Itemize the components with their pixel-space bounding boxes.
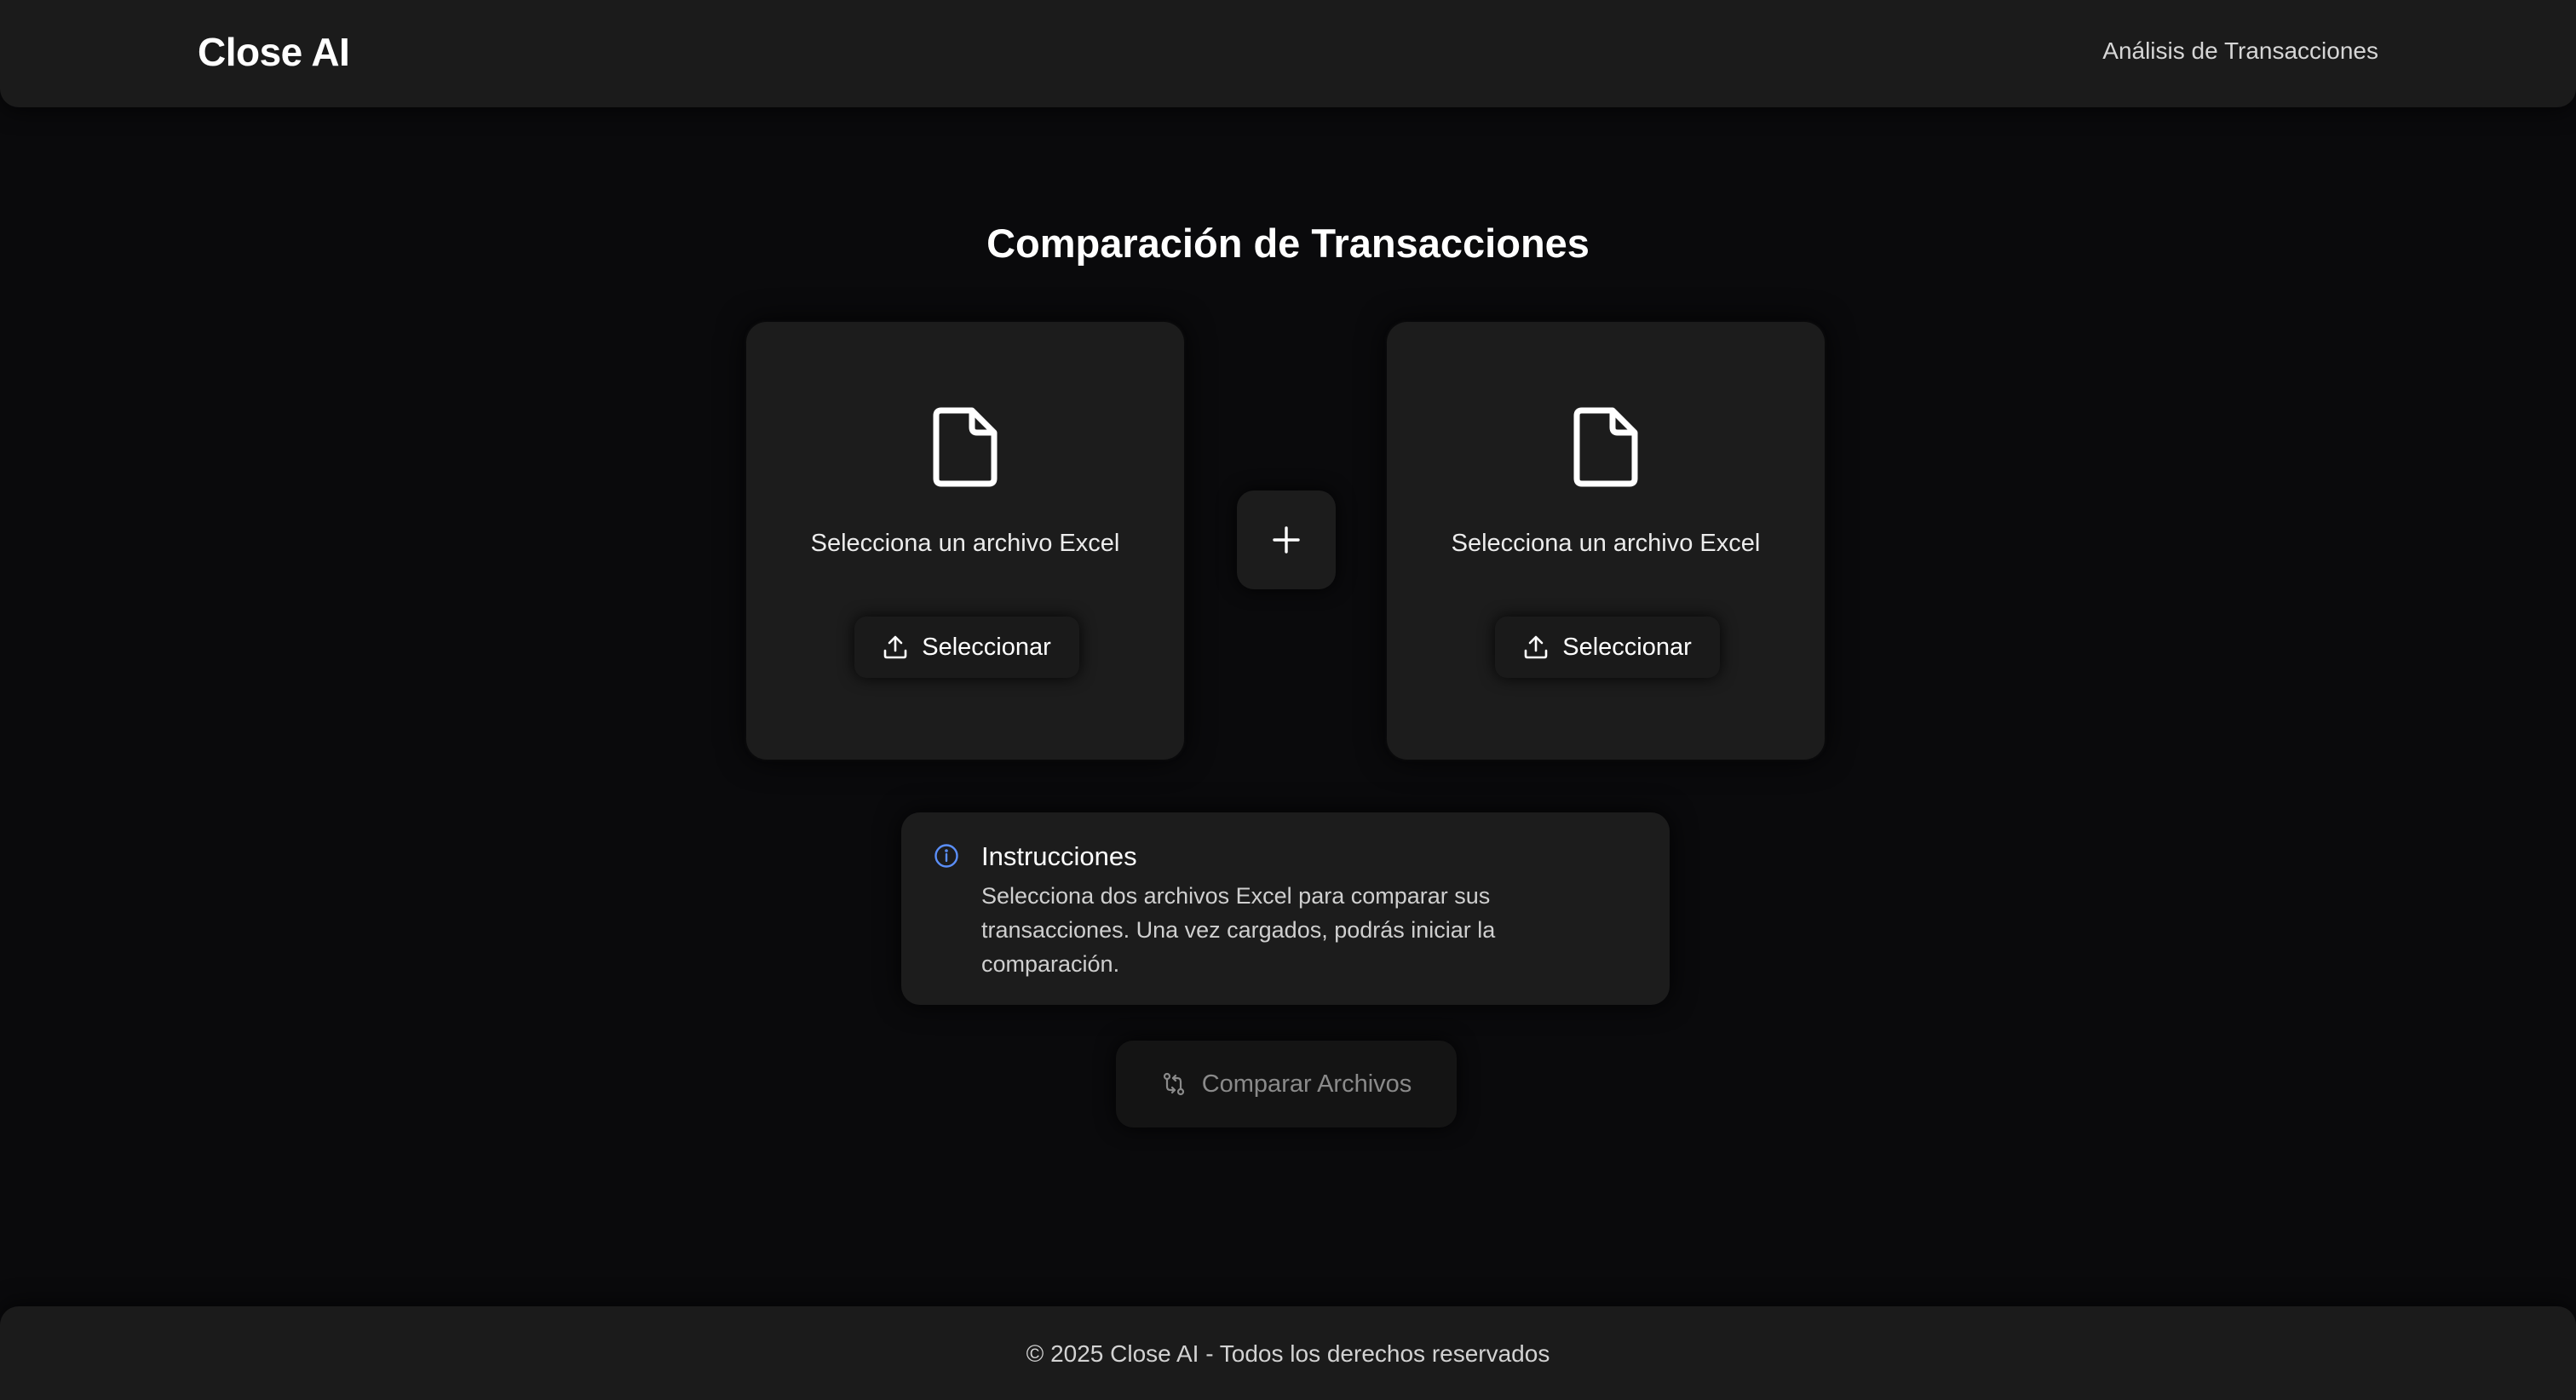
plus-icon <box>1273 526 1300 554</box>
top-navbar: Close AI Análisis de Transacciones <box>0 0 2576 107</box>
add-file-plus-button[interactable] <box>1237 491 1336 589</box>
brand-logo-text[interactable]: Close AI <box>198 29 350 75</box>
file-upload-card-2[interactable]: Selecciona un archivo Excel Seleccionar <box>1387 322 1825 760</box>
file-icon <box>933 407 998 487</box>
upload-icon <box>1524 635 1548 659</box>
card-label: Selecciona un archivo Excel <box>810 530 1120 557</box>
footer-copyright: © 2025 Close AI - Todos los derechos res… <box>1026 1340 1550 1367</box>
file-icon <box>1573 407 1638 487</box>
compare-files-button[interactable]: Comparar Archivos <box>1116 1041 1457 1127</box>
instructions-text: Selecciona dos archivos Excel para compa… <box>981 883 1496 977</box>
select-file-button-1[interactable]: Seleccionar <box>854 617 1079 678</box>
compare-icon <box>1163 1072 1184 1096</box>
info-icon <box>934 844 958 868</box>
upload-icon <box>883 635 907 659</box>
select-file-button-2[interactable]: Seleccionar <box>1495 617 1720 678</box>
page-title: Comparación de Transacciones <box>986 221 1590 266</box>
instructions-panel: Instrucciones Selecciona dos archivos Ex… <box>901 812 1670 1005</box>
compare-button-label: Comparar Archivos <box>1201 1070 1412 1098</box>
file-upload-card-1[interactable]: Selecciona un archivo Excel Seleccionar <box>746 322 1184 760</box>
select-button-label: Seleccionar <box>1562 633 1692 661</box>
nav-link-analisis[interactable]: Análisis de Transacciones <box>2102 37 2378 65</box>
select-button-label: Seleccionar <box>922 633 1051 661</box>
instructions-title: Instrucciones <box>981 841 1137 871</box>
page-footer: © 2025 Close AI - Todos los derechos res… <box>0 1306 2576 1400</box>
card-label: Selecciona un archivo Excel <box>1451 530 1761 557</box>
